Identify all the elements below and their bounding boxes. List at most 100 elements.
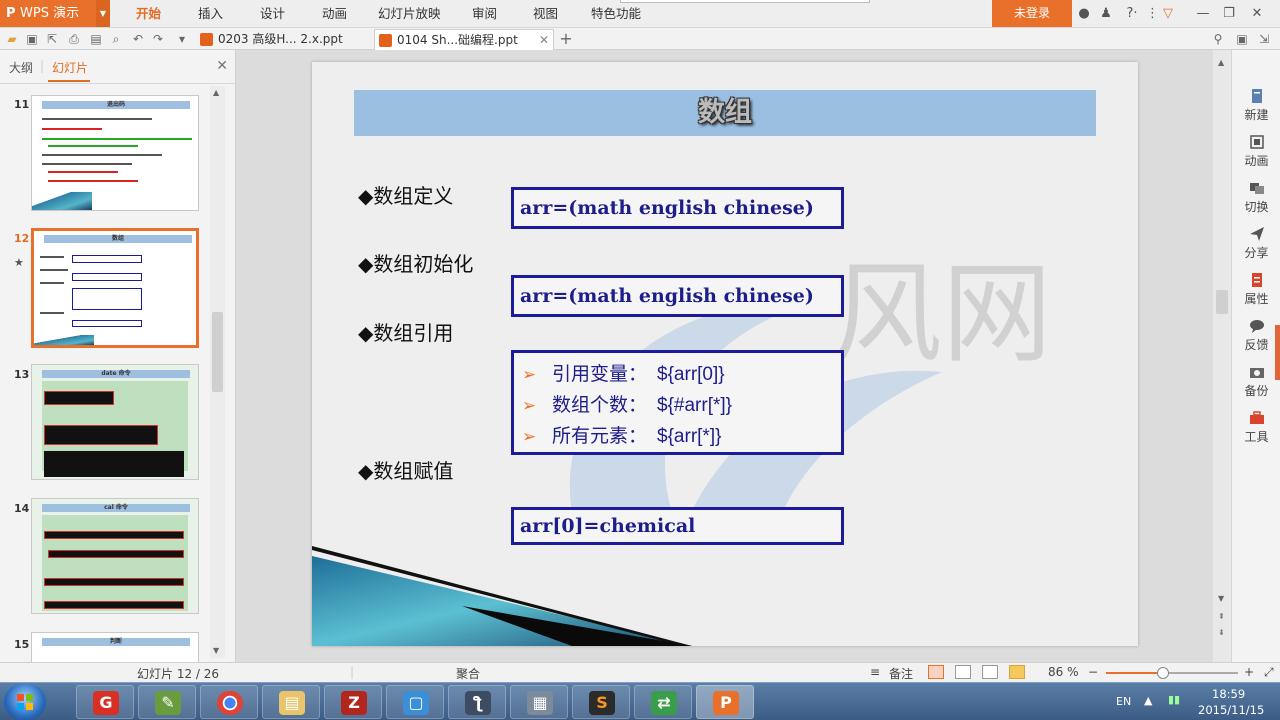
rb-properties[interactable]: 属性 bbox=[1232, 268, 1280, 314]
menu-view[interactable]: 视图 bbox=[533, 0, 558, 28]
rb-animation[interactable]: 动画 bbox=[1232, 130, 1280, 176]
thumb-line bbox=[42, 118, 152, 120]
taskbar-app-filezilla[interactable]: Z bbox=[324, 685, 382, 719]
normal-view-button[interactable] bbox=[928, 665, 944, 679]
scroll-down-icon[interactable]: ▼ bbox=[1218, 594, 1224, 603]
tab-active-underline bbox=[48, 80, 90, 82]
doc-tab-label: 0203 高级H... 2.x.ppt bbox=[218, 32, 343, 46]
app-menu-dropdown-icon[interactable]: ▼ bbox=[96, 0, 110, 27]
scroll-up-icon[interactable]: ▲ bbox=[213, 88, 219, 97]
rb-feedback[interactable]: 反馈 bbox=[1232, 314, 1280, 360]
tray-expand-icon[interactable]: ▲ bbox=[1144, 694, 1152, 707]
rb-transition[interactable]: 切换 bbox=[1232, 176, 1280, 222]
ime-indicator[interactable]: EN bbox=[1116, 695, 1131, 708]
taskbar-app-ide[interactable]: ƪ bbox=[448, 685, 506, 719]
menu-special[interactable]: 特色功能 bbox=[591, 0, 641, 28]
right-bar-edge-tab[interactable] bbox=[1275, 325, 1280, 380]
zoom-slider[interactable] bbox=[1106, 672, 1238, 674]
open-folder-icon[interactable]: ▰ bbox=[4, 31, 20, 47]
taskbar-app-sublime[interactable]: S bbox=[572, 685, 630, 719]
menu-design[interactable]: 设计 bbox=[260, 0, 285, 28]
restore-icon[interactable]: ❐ bbox=[1220, 0, 1238, 28]
slide-thumbnail-14[interactable]: cal 命令 bbox=[31, 498, 199, 614]
tab-outline[interactable]: 大纲 bbox=[9, 59, 33, 76]
zoom-out-icon[interactable]: − bbox=[1088, 665, 1098, 679]
pin-icon[interactable]: ⚲ bbox=[1210, 31, 1226, 47]
thumb-box bbox=[72, 273, 142, 281]
taskbar-app-terminal[interactable]: ▦ bbox=[510, 685, 568, 719]
print-icon[interactable]: ⎙ bbox=[66, 31, 82, 47]
rb-tools[interactable]: 工具 bbox=[1232, 406, 1280, 452]
clock-time[interactable]: 18:59 bbox=[1212, 687, 1245, 701]
start-button[interactable] bbox=[4, 684, 46, 720]
menu-home[interactable]: 开始 bbox=[136, 0, 161, 28]
panel-scroll-thumb[interactable] bbox=[212, 312, 223, 392]
skin-icon[interactable]: ● bbox=[1076, 0, 1092, 28]
menu-animation[interactable]: 动画 bbox=[322, 0, 347, 28]
reading-view-button[interactable] bbox=[982, 665, 998, 679]
menu-review[interactable]: 审阅 bbox=[472, 0, 497, 28]
minimize-icon[interactable]: — bbox=[1194, 0, 1212, 28]
more-icon[interactable]: ⋮ bbox=[1146, 0, 1159, 28]
panel-close-icon[interactable]: ✕ bbox=[216, 58, 228, 74]
rb-share[interactable]: 分享 bbox=[1232, 222, 1280, 268]
editor-scrollbar[interactable]: ▲ ▼ ⇞ ⇟ bbox=[1213, 50, 1231, 662]
zoom-slider-knob[interactable] bbox=[1156, 667, 1169, 679]
prev-slide-icon[interactable]: ⇞ bbox=[1218, 612, 1225, 621]
taskbar-app-notepad[interactable]: ✎ bbox=[138, 685, 196, 719]
login-button[interactable]: 未登录 bbox=[992, 0, 1072, 27]
tab-slides[interactable]: 幻灯片 bbox=[52, 59, 88, 76]
slide-thumbnail-13[interactable]: date 命令 bbox=[31, 364, 199, 480]
doc-tab-0104[interactable]: 0104 Sh...础编程.ppt ✕ bbox=[374, 29, 554, 50]
redo-icon[interactable]: ↷ bbox=[150, 31, 166, 47]
slide-sorter-button[interactable] bbox=[955, 665, 971, 679]
panel-scrollbar[interactable]: ▲ ▼ bbox=[210, 86, 225, 658]
shirt-icon[interactable]: ♟ bbox=[1098, 0, 1114, 28]
print-preview-icon[interactable]: ▤ bbox=[88, 31, 104, 47]
help-icon[interactable]: ?· bbox=[1120, 0, 1144, 28]
taskbar-app-wps-presentation[interactable]: P bbox=[696, 685, 754, 719]
scroll-down-icon[interactable]: ▼ bbox=[213, 646, 219, 655]
tab-list-icon[interactable]: ⇲ bbox=[1256, 31, 1272, 47]
save-icon[interactable]: ▣ bbox=[24, 31, 40, 47]
thumb-box bbox=[72, 255, 142, 263]
rb-backup[interactable]: 备份 bbox=[1232, 360, 1280, 406]
menu-insert[interactable]: 插入 bbox=[198, 0, 223, 28]
tab-close-icon[interactable]: ✕ bbox=[539, 30, 549, 50]
doc-tab-label: 0104 Sh...础编程.ppt bbox=[397, 33, 518, 47]
new-tab-icon[interactable]: + bbox=[558, 31, 574, 47]
taskbar-app-chrome[interactable] bbox=[200, 685, 258, 719]
code-box-init: arr=(math english chinese) bbox=[511, 275, 844, 317]
slide-thumbnail-12[interactable]: 数组 bbox=[31, 228, 199, 348]
wps-app-menu-button[interactable]: P WPS 演示 bbox=[0, 0, 96, 27]
quick-access-dropdown-icon[interactable]: ▾ bbox=[174, 31, 190, 47]
network-icon[interactable]: ▮▮ bbox=[1168, 693, 1180, 706]
scroll-up-icon[interactable]: ▲ bbox=[1218, 58, 1224, 67]
rb-new[interactable]: 新建 bbox=[1232, 84, 1280, 130]
taskbar-app-sync[interactable]: ⇄ bbox=[634, 685, 692, 719]
taskbar-app-wps-cloud[interactable]: G bbox=[76, 685, 134, 719]
zoom-in-icon[interactable]: + bbox=[1244, 665, 1254, 679]
find-icon[interactable]: ⌕ bbox=[108, 31, 124, 47]
menu-slideshow[interactable]: 幻灯片放映 bbox=[378, 0, 441, 28]
fit-window-icon[interactable]: ⤢ bbox=[1264, 665, 1274, 680]
editor-scroll-thumb[interactable] bbox=[1216, 290, 1228, 314]
collapse-ribbon-icon[interactable]: ▽ bbox=[1160, 0, 1176, 28]
notes-icon[interactable]: ≡ bbox=[870, 665, 880, 679]
taskbar-app-explorer[interactable]: ▤ bbox=[262, 685, 320, 719]
close-icon[interactable]: ✕ bbox=[1248, 0, 1266, 28]
undo-icon[interactable]: ↶ bbox=[130, 31, 146, 47]
doc-tab-0203[interactable]: 0203 高级H... 2.x.ppt bbox=[196, 29, 372, 50]
window-mode-icon[interactable]: ▣ bbox=[1234, 31, 1250, 47]
slideshow-button[interactable] bbox=[1009, 665, 1025, 679]
app-g-icon: G bbox=[93, 691, 119, 715]
chrome-icon bbox=[217, 691, 243, 715]
slide-thumbnail-11[interactable]: 退出码 bbox=[31, 95, 199, 211]
slide-canvas[interactable]: 风网 数组 ◆数组定义 arr=(math english chinese) ◆… bbox=[312, 62, 1138, 646]
next-slide-icon[interactable]: ⇟ bbox=[1218, 628, 1225, 637]
clock-date[interactable]: 2015/11/15 bbox=[1198, 703, 1264, 717]
export-icon[interactable]: ⇱ bbox=[44, 31, 60, 47]
notes-button[interactable]: 备注 bbox=[889, 665, 913, 682]
taskbar-app-qq[interactable]: ▢ bbox=[386, 685, 444, 719]
slide-thumbnail-15[interactable]: 判断 bbox=[31, 632, 199, 662]
